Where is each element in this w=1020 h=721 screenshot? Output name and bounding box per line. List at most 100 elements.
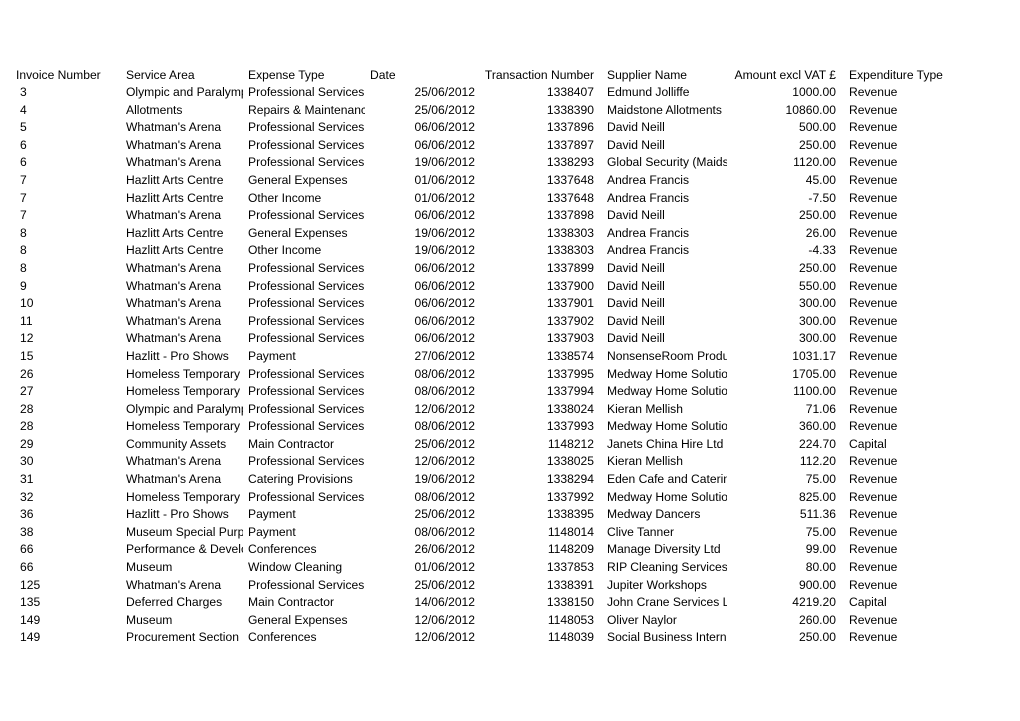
cell-amount_excl_vat[interactable]: 511.36	[727, 506, 844, 524]
cell-amount_excl_vat[interactable]: 250.00	[727, 207, 844, 225]
table-row[interactable]: 36 Hazlitt - Pro Shows Payment 25/06/2012 13…	[0, 506, 1020, 524]
cell-date[interactable]: 06/06/2012	[365, 295, 483, 313]
cell-invoice_number[interactable]: 4	[0, 102, 121, 120]
cell-invoice_number[interactable]: 6	[0, 137, 121, 155]
cell-invoice_number[interactable]: 7	[0, 190, 121, 208]
cell-expense_type[interactable]: Professional Services	[243, 401, 365, 419]
cell-expense_type[interactable]: Professional Services	[243, 260, 365, 278]
cell-service_area[interactable]: Homeless Temporary	[121, 489, 243, 507]
cell-transaction_no[interactable]: 1338150	[483, 594, 602, 612]
table-row[interactable]: 7 Hazlitt Arts Centre General Expenses 01/0…	[0, 172, 1020, 190]
cell-supplier_name[interactable]: Global Security (Maidstone)	[602, 154, 727, 172]
cell-supplier_name[interactable]: Kieran Mellish	[602, 453, 727, 471]
cell-service_area[interactable]: Allotments	[121, 102, 243, 120]
cell-date[interactable]: 06/06/2012	[365, 313, 483, 331]
table-row[interactable]: 10 Whatman's Arena Professional Services 06…	[0, 295, 1020, 313]
cell-amount_excl_vat[interactable]: 300.00	[727, 313, 844, 331]
cell-amount_excl_vat[interactable]: 900.00	[727, 577, 844, 595]
cell-supplier_name[interactable]: Andrea Francis	[602, 190, 727, 208]
cell-expenditure_type[interactable]: Revenue	[844, 541, 1020, 559]
column-header-invoice-number[interactable]: Invoice Number	[0, 66, 121, 84]
column-header-amount-excl-vat[interactable]: Amount excl VAT £	[727, 66, 844, 84]
cell-supplier_name[interactable]: NonsenseRoom Productions	[602, 348, 727, 366]
table-row[interactable]: 30 Whatman's Arena Professional Services 12…	[0, 453, 1020, 471]
table-row[interactable]: 4 Allotments Repairs & Maintenance 25/06/20…	[0, 102, 1020, 120]
table-row[interactable]: 8 Hazlitt Arts Centre Other Income 19/06/20…	[0, 242, 1020, 260]
cell-amount_excl_vat[interactable]: 112.20	[727, 453, 844, 471]
cell-date[interactable]: 25/06/2012	[365, 506, 483, 524]
cell-invoice_number[interactable]: 15	[0, 348, 121, 366]
cell-date[interactable]: 06/06/2012	[365, 330, 483, 348]
cell-date[interactable]: 01/06/2012	[365, 559, 483, 577]
cell-invoice_number[interactable]: 32	[0, 489, 121, 507]
cell-expense_type[interactable]: Conferences	[243, 541, 365, 559]
cell-date[interactable]: 12/06/2012	[365, 629, 483, 647]
cell-expense_type[interactable]: Professional Services	[243, 383, 365, 401]
cell-supplier_name[interactable]: Maidstone Allotments	[602, 102, 727, 120]
cell-amount_excl_vat[interactable]: 80.00	[727, 559, 844, 577]
table-row[interactable]: 5 Whatman's Arena Professional Services 06/…	[0, 119, 1020, 137]
cell-service_area[interactable]: Hazlitt Arts Centre	[121, 190, 243, 208]
cell-date[interactable]: 08/06/2012	[365, 418, 483, 436]
cell-service_area[interactable]: Hazlitt - Pro Shows	[121, 348, 243, 366]
cell-expenditure_type[interactable]: Revenue	[844, 242, 1020, 260]
cell-transaction_no[interactable]: 1337900	[483, 278, 602, 296]
cell-invoice_number[interactable]: 31	[0, 471, 121, 489]
cell-service_area[interactable]: Whatman's Arena	[121, 260, 243, 278]
cell-invoice_number[interactable]: 6	[0, 154, 121, 172]
cell-transaction_no[interactable]: 1337897	[483, 137, 602, 155]
cell-service_area[interactable]: Whatman's Arena	[121, 154, 243, 172]
cell-date[interactable]: 19/06/2012	[365, 471, 483, 489]
cell-expenditure_type[interactable]: Revenue	[844, 418, 1020, 436]
cell-expense_type[interactable]: Professional Services	[243, 366, 365, 384]
cell-date[interactable]: 01/06/2012	[365, 190, 483, 208]
cell-invoice_number[interactable]: 27	[0, 383, 121, 401]
column-header-supplier-name[interactable]: Supplier Name	[602, 66, 727, 84]
cell-supplier_name[interactable]: David Neill	[602, 313, 727, 331]
cell-expense_type[interactable]: Professional Services	[243, 295, 365, 313]
cell-expense_type[interactable]: Professional Services	[243, 330, 365, 348]
table-row[interactable]: 11 Whatman's Arena Professional Services 06…	[0, 313, 1020, 331]
cell-transaction_no[interactable]: 1148209	[483, 541, 602, 559]
cell-supplier_name[interactable]: Andrea Francis	[602, 225, 727, 243]
cell-invoice_number[interactable]: 149	[0, 612, 121, 630]
table-row[interactable]: 3 Olympic and Paralympic Professional Serv…	[0, 84, 1020, 102]
cell-transaction_no[interactable]: 1337648	[483, 172, 602, 190]
cell-supplier_name[interactable]: Medway Home Solutions	[602, 366, 727, 384]
cell-amount_excl_vat[interactable]: 75.00	[727, 471, 844, 489]
cell-service_area[interactable]: Museum	[121, 612, 243, 630]
table-row[interactable]: 6 Whatman's Arena Professional Services 06/…	[0, 137, 1020, 155]
cell-expenditure_type[interactable]: Revenue	[844, 102, 1020, 120]
cell-transaction_no[interactable]: 1338293	[483, 154, 602, 172]
table-row[interactable]: 149 Procurement Section Conferences 12/06/2…	[0, 629, 1020, 647]
cell-date[interactable]: 06/06/2012	[365, 119, 483, 137]
cell-expense_type[interactable]: Main Contractor	[243, 436, 365, 454]
cell-amount_excl_vat[interactable]: 250.00	[727, 137, 844, 155]
cell-expense_type[interactable]: Payment	[243, 524, 365, 542]
cell-amount_excl_vat[interactable]: 500.00	[727, 119, 844, 137]
cell-service_area[interactable]: Whatman's Arena	[121, 577, 243, 595]
cell-transaction_no[interactable]: 1148053	[483, 612, 602, 630]
table-row[interactable]: 125 Whatman's Arena Professional Services 2…	[0, 577, 1020, 595]
cell-transaction_no[interactable]: 1338407	[483, 84, 602, 102]
cell-expense_type[interactable]: Professional Services	[243, 119, 365, 137]
cell-service_area[interactable]: Olympic and Paralympic	[121, 401, 243, 419]
cell-invoice_number[interactable]: 8	[0, 260, 121, 278]
column-header-transaction-number[interactable]: Transaction Number	[483, 66, 602, 84]
table-row[interactable]: 9 Whatman's Arena Professional Services 06/…	[0, 278, 1020, 296]
cell-amount_excl_vat[interactable]: 224.70	[727, 436, 844, 454]
cell-transaction_no[interactable]: 1338294	[483, 471, 602, 489]
table-row[interactable]: 32 Homeless Temporary Professional Service…	[0, 489, 1020, 507]
cell-transaction_no[interactable]: 1338395	[483, 506, 602, 524]
cell-expense_type[interactable]: General Expenses	[243, 612, 365, 630]
table-row[interactable]: 8 Whatman's Arena Professional Services 06/…	[0, 260, 1020, 278]
cell-service_area[interactable]: Whatman's Arena	[121, 137, 243, 155]
cell-service_area[interactable]: Deferred Charges	[121, 594, 243, 612]
cell-expenditure_type[interactable]: Revenue	[844, 260, 1020, 278]
table-row[interactable]: 31 Whatman's Arena Catering Provisions 19/0…	[0, 471, 1020, 489]
cell-expenditure_type[interactable]: Revenue	[844, 629, 1020, 647]
cell-expense_type[interactable]: Main Contractor	[243, 594, 365, 612]
cell-transaction_no[interactable]: 1337902	[483, 313, 602, 331]
cell-transaction_no[interactable]: 1338391	[483, 577, 602, 595]
cell-transaction_no[interactable]: 1337899	[483, 260, 602, 278]
